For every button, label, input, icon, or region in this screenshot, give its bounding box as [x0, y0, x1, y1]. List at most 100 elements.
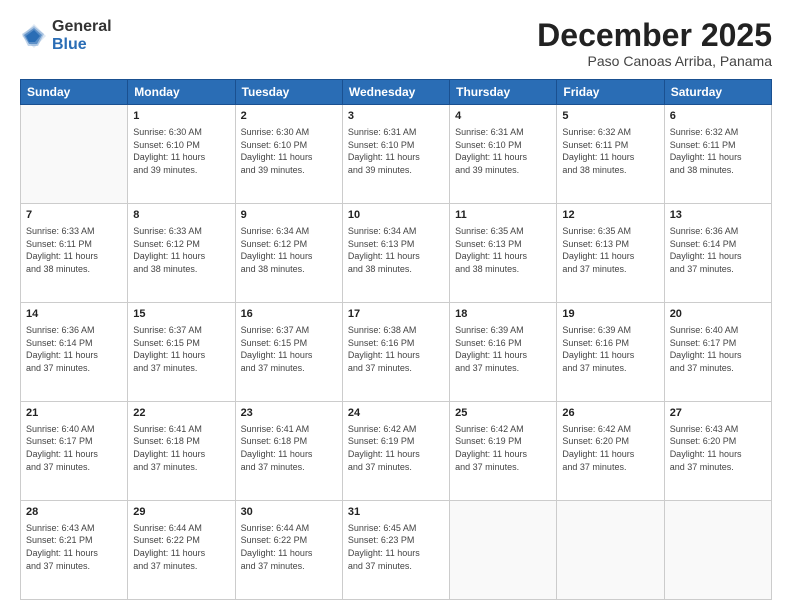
- day-info: Sunrise: 6:42 AMSunset: 6:20 PMDaylight:…: [562, 423, 658, 473]
- month-title: December 2025: [537, 18, 772, 53]
- calendar-cell: 14 Sunrise: 6:36 AMSunset: 6:14 PMDayligh…: [21, 303, 128, 402]
- calendar-week-4: 21 Sunrise: 6:40 AMSunset: 6:17 PMDayligh…: [21, 402, 772, 501]
- calendar-cell: [21, 105, 128, 204]
- calendar-cell: 16 Sunrise: 6:37 AMSunset: 6:15 PMDayligh…: [235, 303, 342, 402]
- calendar-cell: 18 Sunrise: 6:39 AMSunset: 6:16 PMDayligh…: [450, 303, 557, 402]
- day-info: Sunrise: 6:42 AMSunset: 6:19 PMDaylight:…: [455, 423, 551, 473]
- day-number: 3: [348, 109, 444, 124]
- col-wednesday: Wednesday: [342, 80, 449, 105]
- day-info: Sunrise: 6:31 AMSunset: 6:10 PMDaylight:…: [455, 126, 551, 176]
- calendar-cell: 24Sunrise: 6:42 AMSunset: 6:19 PMDayligh…: [342, 402, 449, 501]
- day-info: Sunrise: 6:37 AMSunset: 6:15 PMDaylight:…: [241, 324, 337, 374]
- calendar-cell: 15 Sunrise: 6:37 AMSunset: 6:15 PMDayligh…: [128, 303, 235, 402]
- day-number: 29: [133, 505, 229, 520]
- calendar-cell: 9 Sunrise: 6:34 AMSunset: 6:12 PMDaylight…: [235, 204, 342, 303]
- day-info: Sunrise: 6:31 AMSunset: 6:10 PMDaylight:…: [348, 126, 444, 176]
- day-number: 17: [348, 307, 444, 322]
- day-info: Sunrise: 6:32 AMSunset: 6:11 PMDaylight:…: [670, 126, 766, 176]
- calendar-cell: 11 Sunrise: 6:35 AMSunset: 6:13 PMDayligh…: [450, 204, 557, 303]
- day-info: Sunrise: 6:33 AMSunset: 6:12 PMDaylight:…: [133, 225, 229, 275]
- calendar-cell: 29 Sunrise: 6:44 AMSunset: 6:22 PMDayligh…: [128, 501, 235, 600]
- day-number: 15: [133, 307, 229, 322]
- calendar-cell: 27Sunrise: 6:43 AMSunset: 6:20 PMDayligh…: [664, 402, 771, 501]
- calendar-cell: 13 Sunrise: 6:36 AMSunset: 6:14 PMDayligh…: [664, 204, 771, 303]
- calendar-table: Sunday Monday Tuesday Wednesday Thursday…: [20, 79, 772, 600]
- calendar-cell: [557, 501, 664, 600]
- calendar-cell: 20Sunrise: 6:40 AMSunset: 6:17 PMDayligh…: [664, 303, 771, 402]
- day-number: 23: [241, 406, 337, 421]
- col-saturday: Saturday: [664, 80, 771, 105]
- calendar-cell: 31Sunrise: 6:45 AMSunset: 6:23 PMDayligh…: [342, 501, 449, 600]
- day-number: 9: [241, 208, 337, 223]
- day-number: 25: [455, 406, 551, 421]
- calendar-cell: 21 Sunrise: 6:40 AMSunset: 6:17 PMDayligh…: [21, 402, 128, 501]
- day-info: Sunrise: 6:32 AMSunset: 6:11 PMDaylight:…: [562, 126, 658, 176]
- day-info: Sunrise: 6:35 AMSunset: 6:13 PMDaylight:…: [455, 225, 551, 275]
- calendar-cell: [450, 501, 557, 600]
- col-thursday: Thursday: [450, 80, 557, 105]
- logo: General Blue: [20, 18, 112, 53]
- calendar-header-row: Sunday Monday Tuesday Wednesday Thursday…: [21, 80, 772, 105]
- day-number: 6: [670, 109, 766, 124]
- calendar-cell: 4 Sunrise: 6:31 AMSunset: 6:10 PMDaylight…: [450, 105, 557, 204]
- day-info: Sunrise: 6:43 AMSunset: 6:21 PMDaylight:…: [26, 522, 122, 572]
- day-number: 18: [455, 307, 551, 322]
- calendar-cell: 12 Sunrise: 6:35 AMSunset: 6:13 PMDayligh…: [557, 204, 664, 303]
- header: General Blue December 2025 Paso Canoas A…: [20, 18, 772, 69]
- calendar-cell: 8 Sunrise: 6:33 AMSunset: 6:12 PMDaylight…: [128, 204, 235, 303]
- day-info: Sunrise: 6:36 AMSunset: 6:14 PMDaylight:…: [26, 324, 122, 374]
- page: General Blue December 2025 Paso Canoas A…: [0, 0, 792, 612]
- day-number: 19: [562, 307, 658, 322]
- calendar-cell: 7Sunrise: 6:33 AMSunset: 6:11 PMDaylight…: [21, 204, 128, 303]
- calendar-cell: [664, 501, 771, 600]
- day-number: 8: [133, 208, 229, 223]
- day-number: 13: [670, 208, 766, 223]
- day-info: Sunrise: 6:37 AMSunset: 6:15 PMDaylight:…: [133, 324, 229, 374]
- day-number: 14: [26, 307, 122, 322]
- calendar-week-5: 28Sunrise: 6:43 AMSunset: 6:21 PMDayligh…: [21, 501, 772, 600]
- day-info: Sunrise: 6:34 AMSunset: 6:12 PMDaylight:…: [241, 225, 337, 275]
- day-info: Sunrise: 6:39 AMSunset: 6:16 PMDaylight:…: [455, 324, 551, 374]
- day-info: Sunrise: 6:30 AMSunset: 6:10 PMDaylight:…: [241, 126, 337, 176]
- title-block: December 2025 Paso Canoas Arriba, Panama: [537, 18, 772, 69]
- day-info: Sunrise: 6:34 AMSunset: 6:13 PMDaylight:…: [348, 225, 444, 275]
- day-number: 4: [455, 109, 551, 124]
- col-friday: Friday: [557, 80, 664, 105]
- day-number: 11: [455, 208, 551, 223]
- day-info: Sunrise: 6:35 AMSunset: 6:13 PMDaylight:…: [562, 225, 658, 275]
- day-number: 5: [562, 109, 658, 124]
- calendar-cell: 23 Sunrise: 6:41 AMSunset: 6:18 PMDayligh…: [235, 402, 342, 501]
- day-info: Sunrise: 6:41 AMSunset: 6:18 PMDaylight:…: [241, 423, 337, 473]
- day-number: 16: [241, 307, 337, 322]
- day-info: Sunrise: 6:41 AMSunset: 6:18 PMDaylight:…: [133, 423, 229, 473]
- calendar-cell: 30Sunrise: 6:44 AMSunset: 6:22 PMDayligh…: [235, 501, 342, 600]
- calendar-cell: 6 Sunrise: 6:32 AMSunset: 6:11 PMDaylight…: [664, 105, 771, 204]
- calendar-cell: 19 Sunrise: 6:39 AMSunset: 6:16 PMDayligh…: [557, 303, 664, 402]
- day-number: 2: [241, 109, 337, 124]
- day-number: 10: [348, 208, 444, 223]
- calendar-cell: 25 Sunrise: 6:42 AMSunset: 6:19 PMDayligh…: [450, 402, 557, 501]
- calendar-cell: 5 Sunrise: 6:32 AMSunset: 6:11 PMDaylight…: [557, 105, 664, 204]
- calendar-week-1: 1 Sunrise: 6:30 AMSunset: 6:10 PMDaylight…: [21, 105, 772, 204]
- calendar-cell: 26Sunrise: 6:42 AMSunset: 6:20 PMDayligh…: [557, 402, 664, 501]
- day-number: 12: [562, 208, 658, 223]
- day-info: Sunrise: 6:39 AMSunset: 6:16 PMDaylight:…: [562, 324, 658, 374]
- col-monday: Monday: [128, 80, 235, 105]
- day-info: Sunrise: 6:36 AMSunset: 6:14 PMDaylight:…: [670, 225, 766, 275]
- day-number: 31: [348, 505, 444, 520]
- day-number: 21: [26, 406, 122, 421]
- calendar-cell: 28Sunrise: 6:43 AMSunset: 6:21 PMDayligh…: [21, 501, 128, 600]
- day-number: 1: [133, 109, 229, 124]
- col-sunday: Sunday: [21, 80, 128, 105]
- calendar-cell: 10 Sunrise: 6:34 AMSunset: 6:13 PMDayligh…: [342, 204, 449, 303]
- day-info: Sunrise: 6:40 AMSunset: 6:17 PMDaylight:…: [26, 423, 122, 473]
- day-number: 22: [133, 406, 229, 421]
- day-info: Sunrise: 6:38 AMSunset: 6:16 PMDaylight:…: [348, 324, 444, 374]
- calendar-week-3: 14 Sunrise: 6:36 AMSunset: 6:14 PMDayligh…: [21, 303, 772, 402]
- day-info: Sunrise: 6:44 AMSunset: 6:22 PMDaylight:…: [241, 522, 337, 572]
- day-number: 24: [348, 406, 444, 421]
- calendar-cell: 22 Sunrise: 6:41 AMSunset: 6:18 PMDayligh…: [128, 402, 235, 501]
- day-info: Sunrise: 6:44 AMSunset: 6:22 PMDaylight:…: [133, 522, 229, 572]
- day-info: Sunrise: 6:40 AMSunset: 6:17 PMDaylight:…: [670, 324, 766, 374]
- calendar-cell: 1Sunrise: 6:30 AMSunset: 6:10 PMDaylight…: [128, 105, 235, 204]
